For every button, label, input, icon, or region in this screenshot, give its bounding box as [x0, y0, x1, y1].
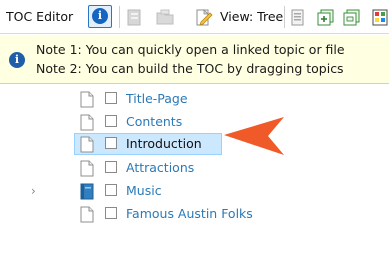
- tree-item-label[interactable]: Attractions: [126, 160, 194, 175]
- page-icon: [80, 160, 94, 177]
- disabled-folder-icon[interactable]: [155, 8, 175, 27]
- note-bar: i Note 1: You can quickly open a linked …: [0, 35, 389, 84]
- page-icon: [80, 136, 94, 153]
- add-sibling-icon[interactable]: [342, 8, 362, 27]
- toolbar-separator: [119, 6, 120, 28]
- tree-item-checkbox[interactable]: [105, 161, 117, 173]
- tree-item-checkbox[interactable]: [105, 115, 117, 127]
- add-child-icon[interactable]: [316, 8, 336, 27]
- view-tree-button[interactable]: View: Tree: [220, 9, 283, 24]
- tree-item-label[interactable]: Contents: [126, 114, 182, 129]
- toc-editor-toolbar: TOC Editor i View: Tree: [0, 0, 389, 34]
- tree-item-music[interactable]: › Music: [0, 180, 389, 202]
- book-icon: [80, 183, 94, 200]
- note-line-1: Note 1: You can quickly open a linked to…: [36, 42, 345, 57]
- page-icon: [80, 114, 94, 131]
- view-toggle-icon[interactable]: [193, 8, 215, 28]
- tree-item-attractions[interactable]: Attractions: [0, 157, 389, 179]
- info-icon: i: [92, 8, 108, 24]
- callout-arrow-icon: [224, 117, 284, 155]
- tree-item-checkbox[interactable]: [105, 207, 117, 219]
- disabled-book-icon[interactable]: [125, 8, 145, 27]
- tree-item-checkbox[interactable]: [105, 137, 117, 149]
- page-icon: [80, 206, 94, 223]
- chevron-right-icon[interactable]: ›: [31, 184, 36, 198]
- tree-item-label[interactable]: Music: [126, 183, 162, 198]
- info-icon: i: [9, 52, 25, 68]
- tree-item-label[interactable]: Introduction: [126, 136, 202, 151]
- tree-item-famous-austin-folks[interactable]: Famous Austin Folks: [0, 203, 389, 225]
- toc-tree: Title-Page Contents Introduction Attract…: [0, 85, 389, 255]
- info-toggle-button[interactable]: i: [88, 5, 112, 28]
- note-line-2: Note 2: You can build the TOC by draggin…: [36, 61, 344, 76]
- toolbar-separator: [284, 6, 285, 28]
- tree-item-label[interactable]: Famous Austin Folks: [126, 206, 253, 221]
- toc-editor-title: TOC Editor: [6, 9, 74, 24]
- tree-item-checkbox[interactable]: [105, 92, 117, 104]
- tree-item-checkbox[interactable]: [105, 184, 117, 196]
- tree-item-introduction[interactable]: Introduction: [0, 133, 389, 155]
- tree-item-label[interactable]: Title-Page: [126, 91, 188, 106]
- page-icon: [80, 91, 94, 108]
- tree-item-contents[interactable]: Contents: [0, 111, 389, 133]
- tree-item-title-page[interactable]: Title-Page: [0, 88, 389, 110]
- color-palette-icon[interactable]: [372, 8, 389, 27]
- document-icon[interactable]: [290, 8, 306, 27]
